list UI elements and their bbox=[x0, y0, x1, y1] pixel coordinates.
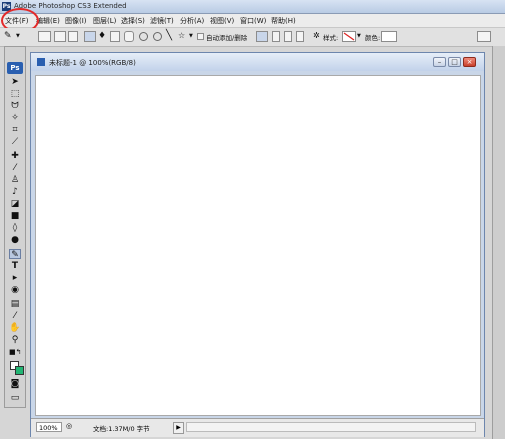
link-icon[interactable]: ✲ bbox=[313, 31, 320, 40]
document-info: 文档:1.37M/0 字节 bbox=[93, 425, 150, 433]
zoom-tool-icon[interactable]: ⚲ bbox=[9, 335, 21, 345]
background-color[interactable] bbox=[15, 366, 24, 375]
clone-stamp-tool-icon[interactable]: ♙ bbox=[9, 175, 21, 185]
shape-options-dropdown-icon[interactable]: ▼ bbox=[189, 33, 193, 39]
toolbox: Ps ➤ ⬚ ᗢ ✧ ⌗ ⟋ ✚ ⁄ ♙ ♪ ◪ ■ ◊ ● ✎ T ▸ ◉ ▤… bbox=[4, 46, 26, 408]
document-window: 未标题-1 @ 100%(RGB/8) – □ × 100% ◎ 文档:1.37… bbox=[30, 52, 485, 437]
menu-filter[interactable]: 滤镜(T) bbox=[150, 16, 174, 26]
screen-mode-icon[interactable]: ▭ bbox=[9, 393, 21, 403]
color-swatch[interactable] bbox=[381, 31, 397, 42]
magic-wand-tool-icon[interactable]: ✧ bbox=[9, 113, 21, 123]
eyedropper-tool-icon[interactable]: ⁄ bbox=[9, 311, 21, 321]
menu-window[interactable]: 窗口(W) bbox=[240, 16, 266, 26]
status-menu-arrow-icon[interactable]: ▶ bbox=[173, 422, 184, 434]
auto-add-delete-checkbox[interactable] bbox=[197, 33, 204, 40]
add-to-shape-area-button[interactable] bbox=[256, 31, 268, 42]
pen-tool-selected-icon[interactable]: ✎ bbox=[9, 249, 21, 260]
menu-image[interactable]: 图像(I) bbox=[65, 16, 87, 26]
freeform-pen-icon[interactable]: ♦ bbox=[98, 31, 106, 41]
slice-tool-icon[interactable]: ⟋ bbox=[9, 137, 21, 147]
menu-analysis[interactable]: 分析(A) bbox=[180, 16, 204, 26]
paths-button[interactable] bbox=[54, 31, 66, 42]
menu-help[interactable]: 帮助(H) bbox=[271, 16, 296, 26]
swap-colors-icon[interactable]: ■↰ bbox=[9, 347, 21, 357]
document-canvas[interactable] bbox=[35, 75, 481, 416]
menu-select[interactable]: 选择(S) bbox=[121, 16, 145, 26]
fill-pixels-button[interactable] bbox=[68, 31, 78, 42]
horizontal-scrollbar[interactable] bbox=[186, 422, 476, 432]
maximize-button[interactable]: □ bbox=[448, 57, 461, 67]
lasso-tool-icon[interactable]: ᗢ bbox=[9, 101, 21, 111]
blur-tool-icon[interactable]: ◊ bbox=[9, 223, 21, 233]
style-label: 样式: bbox=[323, 34, 339, 42]
rounded-rectangle-button[interactable] bbox=[124, 31, 134, 42]
subtract-shape-button[interactable] bbox=[272, 31, 280, 42]
rectangle-shape-button[interactable] bbox=[110, 31, 120, 42]
toolbox-logo: Ps bbox=[7, 62, 23, 74]
eraser-tool-icon[interactable]: ◪ bbox=[9, 199, 21, 209]
window-title: Adobe Photoshop CS3 Extended bbox=[14, 2, 127, 10]
menu-edit[interactable]: 编辑(E) bbox=[36, 16, 60, 26]
crop-tool-icon[interactable]: ⌗ bbox=[9, 125, 21, 135]
document-title-bar[interactable]: 未标题-1 @ 100%(RGB/8) – □ × bbox=[31, 53, 484, 71]
brush-tool-icon[interactable]: ⁄ bbox=[9, 163, 21, 173]
gradient-tool-icon[interactable]: ■ bbox=[9, 211, 21, 221]
shape-layers-button[interactable] bbox=[38, 31, 51, 42]
no-style-icon bbox=[343, 32, 355, 41]
path-selection-tool-icon[interactable]: ▸ bbox=[9, 273, 21, 283]
ellipse-shape-icon[interactable] bbox=[139, 32, 148, 41]
document-status-bar: 100% ◎ 文档:1.37M/0 字节 ▶ bbox=[31, 418, 484, 437]
hand-tool-icon[interactable]: ✋ bbox=[9, 323, 21, 333]
exclude-shape-button[interactable] bbox=[296, 31, 304, 42]
pen-mode-button[interactable] bbox=[84, 31, 96, 42]
line-shape-icon[interactable]: ╲ bbox=[166, 30, 172, 41]
pen-tool-icon[interactable]: ✎ bbox=[4, 31, 12, 41]
style-dropdown-icon[interactable]: ▼ bbox=[357, 33, 361, 39]
menu-layer[interactable]: 图层(L) bbox=[93, 16, 116, 26]
marquee-tool-icon[interactable]: ⬚ bbox=[9, 89, 21, 99]
move-tool-icon[interactable]: ➤ bbox=[9, 77, 21, 87]
healing-brush-tool-icon[interactable]: ✚ bbox=[9, 151, 21, 161]
history-brush-tool-icon[interactable]: ♪ bbox=[9, 187, 21, 197]
close-button[interactable]: × bbox=[463, 57, 476, 67]
minimize-button[interactable]: – bbox=[433, 57, 446, 67]
document-icon bbox=[37, 58, 45, 66]
zoom-icon[interactable]: ◎ bbox=[66, 422, 72, 430]
color-swatches[interactable] bbox=[10, 361, 24, 375]
panel-dock bbox=[492, 46, 505, 439]
options-bar: ✎ ▼ ♦ ╲ ☆ ▼ 自动添加/删除 ✲ 样式: ▼ 颜色: bbox=[0, 28, 505, 47]
workspace-button[interactable] bbox=[477, 31, 491, 42]
quick-mask-icon[interactable]: ◙ bbox=[9, 379, 21, 389]
style-picker[interactable] bbox=[342, 31, 356, 42]
auto-add-delete-label: 自动添加/删除 bbox=[206, 34, 248, 42]
color-label: 颜色: bbox=[365, 34, 381, 42]
zoom-level-field[interactable]: 100% bbox=[36, 422, 62, 432]
menu-bar: 文件(F) 编辑(E) 图像(I) 图层(L) 选择(S) 滤镜(T) 分析(A… bbox=[0, 14, 505, 28]
menu-view[interactable]: 视图(V) bbox=[210, 16, 234, 26]
intersect-shape-button[interactable] bbox=[284, 31, 292, 42]
polygon-shape-icon[interactable] bbox=[153, 32, 162, 41]
document-title: 未标题-1 @ 100%(RGB/8) bbox=[49, 59, 136, 67]
custom-shape-icon[interactable]: ☆ bbox=[178, 31, 185, 40]
type-tool-icon[interactable]: T bbox=[9, 261, 21, 271]
notes-tool-icon[interactable]: ▤ bbox=[9, 299, 21, 309]
title-bar: Ps Adobe Photoshop CS3 Extended bbox=[0, 0, 505, 14]
tool-preset-dropdown-icon[interactable]: ▼ bbox=[16, 33, 20, 39]
dodge-tool-icon[interactable]: ● bbox=[9, 235, 21, 245]
shape-tool-icon[interactable]: ◉ bbox=[9, 285, 21, 295]
